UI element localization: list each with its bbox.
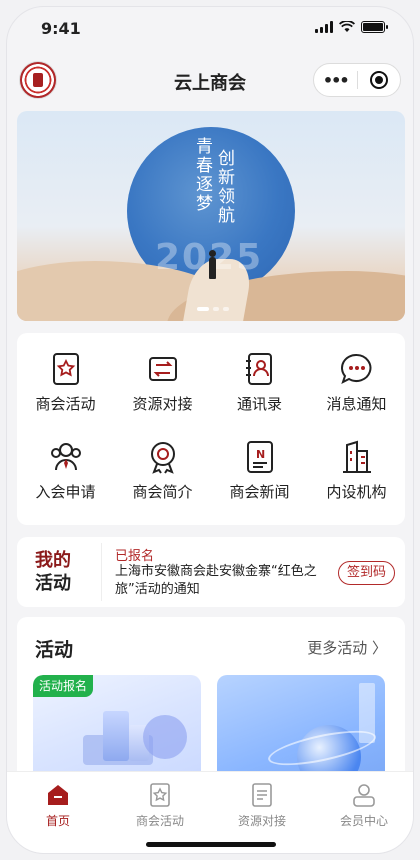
grid-label: 商会活动 (35, 395, 96, 413)
tab-resources[interactable]: 资源对接 (211, 782, 313, 829)
more-menu-button[interactable]: ••• (314, 71, 357, 90)
tab-label: 首页 (45, 814, 70, 828)
star-document-icon (52, 353, 79, 385)
my-activity-label-line1: 我的 (35, 550, 71, 571)
tab-activities[interactable]: 商会活动 (109, 782, 211, 829)
bottom-tab-bar: 首页 商会活动 资源对接 会员中心 (7, 771, 413, 853)
exchange-icon (148, 357, 177, 381)
close-miniapp-button[interactable] (357, 71, 400, 89)
activities-section: 活动 更多活动 〉 活动报名 (17, 617, 405, 787)
walking-person-figure (209, 250, 216, 279)
tab-member[interactable]: 会员中心 (313, 782, 413, 829)
hero-banner[interactable]: 2025 青春逐梦 创新领航 (17, 111, 405, 321)
illustration-shape (103, 711, 129, 761)
my-activity-title: 上海市安徽商会赴安徽金寨“红色之旅”活动的通知 (115, 564, 317, 597)
grid-label: 商会新闻 (229, 483, 290, 501)
section-title: 活动 (35, 639, 74, 661)
grid-label: 商会简介 (132, 483, 193, 501)
tab-label: 商会活动 (135, 814, 184, 828)
grid-item-news[interactable]: N 商会新闻 (211, 425, 308, 505)
grid-label: 内设机构 (326, 483, 387, 501)
banner-slogan-2: 创新领航 (214, 149, 234, 225)
checkin-code-button[interactable]: 签到码 (337, 561, 395, 585)
home-icon (48, 785, 68, 805)
status-bar: 9:41 (7, 7, 413, 51)
illustration-shape (143, 715, 187, 759)
my-activity-label: 我的 活动 (35, 549, 87, 595)
grid-label: 通讯录 (236, 395, 282, 413)
miniapp-capsule: ••• (313, 63, 401, 97)
tab-label: 会员中心 (339, 814, 388, 828)
grid-item-join[interactable]: 入会申请 (17, 425, 114, 505)
activity-star-icon (150, 783, 170, 807)
signal-icon (315, 21, 333, 33)
home-indicator (146, 842, 276, 847)
battery-icon (361, 21, 388, 33)
grid-label: 消息通知 (326, 395, 387, 413)
carousel-indicator (197, 307, 229, 311)
member-apply-icon (50, 443, 81, 471)
my-activity-label-line2: 活动 (35, 573, 71, 594)
grid-item-messages[interactable]: 消息通知 (308, 337, 405, 417)
status-time: 9:41 (41, 19, 81, 38)
contacts-book-icon (245, 353, 272, 385)
target-icon (369, 71, 388, 89)
app-header: 云上商会 ••• (7, 55, 413, 107)
registration-status: 已报名 (115, 549, 155, 564)
svg-text:N: N (256, 448, 265, 461)
resource-doc-icon (252, 783, 272, 807)
divider (101, 543, 102, 601)
feature-grid: 商会活动 资源对接 通讯录 消息通知 入会申请 商会简介 N 商会新闻 内设机构 (17, 333, 405, 525)
grid-item-departments[interactable]: 内设机构 (308, 425, 405, 505)
tab-home[interactable]: 首页 (7, 782, 109, 829)
status-icons (315, 21, 388, 33)
grid-item-intro[interactable]: 商会简介 (114, 425, 211, 505)
grid-item-activities[interactable]: 商会活动 (17, 337, 114, 417)
grid-item-resources[interactable]: 资源对接 (114, 337, 211, 417)
phone-screen: 9:41 云上商会 ••• 2025 青春逐梦 创新领航 商会活动 (6, 6, 414, 854)
grid-label: 入会申请 (35, 483, 96, 501)
more-activities-link[interactable]: 更多活动 〉 (307, 637, 387, 658)
tab-label: 资源对接 (237, 814, 286, 828)
grid-label: 资源对接 (132, 395, 193, 413)
my-activity-card[interactable]: 我的 活动 已报名 上海市安徽商会赴安徽金寨“红色之旅”活动的通知 签到码 (17, 537, 405, 607)
grid-item-contacts[interactable]: 通讯录 (211, 337, 308, 417)
member-user-icon (353, 784, 375, 807)
banner-slogan-1: 青春逐梦 (192, 137, 212, 213)
news-document-icon: N (246, 441, 273, 473)
medal-badge-icon (150, 442, 175, 474)
wifi-icon (339, 21, 355, 32)
chat-bubble-icon (340, 353, 371, 384)
buildings-icon (342, 440, 371, 473)
registration-badge: 活动报名 (33, 675, 94, 697)
